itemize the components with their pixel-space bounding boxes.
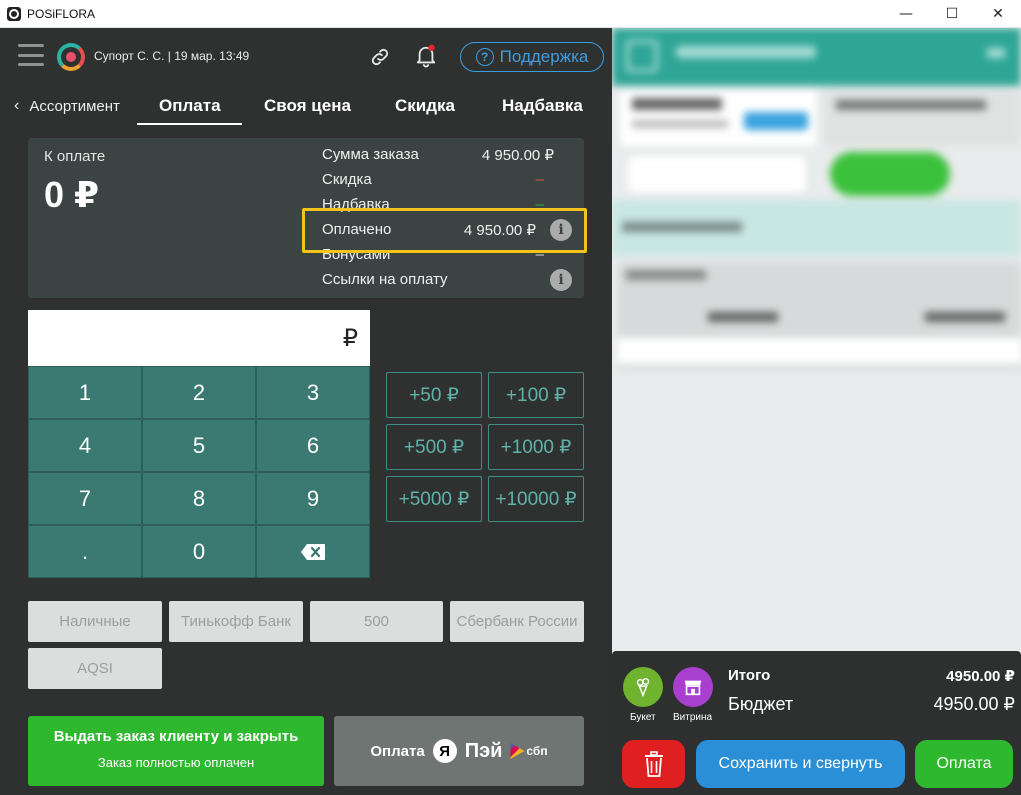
brand-logo-icon bbox=[57, 43, 85, 71]
close-window-button[interactable]: ✕ bbox=[975, 0, 1021, 28]
backspace-key[interactable] bbox=[256, 525, 370, 578]
issue-order-title: Выдать заказ клиенту и закрыть bbox=[53, 728, 299, 745]
issue-order-and-close-button[interactable]: Выдать заказ клиенту и закрыть Заказ пол… bbox=[28, 716, 324, 786]
to-pay-label: К оплате bbox=[44, 148, 106, 165]
key-9[interactable]: 9 bbox=[256, 472, 370, 525]
chevron-left-icon: ‹ bbox=[14, 97, 20, 114]
support-label: Поддержка bbox=[499, 47, 589, 66]
currency-symbol: ₽ bbox=[342, 325, 358, 352]
tab-custom-price[interactable]: Своя цена bbox=[264, 96, 351, 116]
yapay-brand: Пэй bbox=[464, 739, 503, 762]
tab-payment[interactable]: Оплата bbox=[159, 96, 221, 116]
payment-panel: Супорт С. С. | 19 мар. 13:49 ? Поддержка… bbox=[0, 28, 612, 795]
help-icon: ? bbox=[475, 48, 494, 66]
quick-add-5000-button[interactable]: +5000 ₽ bbox=[386, 476, 482, 522]
window-titlebar: POSiFLORA — ☐ ✕ bbox=[0, 0, 1021, 28]
save-and-minimize-button[interactable]: Сохранить и свернуть bbox=[696, 740, 905, 788]
key-3[interactable]: 3 bbox=[256, 366, 370, 419]
trash-icon bbox=[644, 751, 663, 777]
storefront-icon bbox=[684, 680, 702, 696]
key-8[interactable]: 8 bbox=[142, 472, 256, 525]
yandex-pay-button[interactable]: Оплата Я Пэй сбп bbox=[334, 716, 584, 786]
tab-markup[interactable]: Надбавка bbox=[502, 96, 583, 116]
app-logo-icon bbox=[7, 6, 21, 21]
window-title: POSiFLORA bbox=[27, 6, 96, 21]
key-5[interactable]: 5 bbox=[142, 419, 256, 472]
delete-order-button[interactable] bbox=[622, 740, 685, 788]
key-2[interactable]: 2 bbox=[142, 366, 256, 419]
order-panel: Букет Витрина Итого 4950.00 ₽ Бюджет 495… bbox=[612, 28, 1021, 795]
summary-row-discount: Скидка – bbox=[322, 171, 572, 193]
key-6[interactable]: 6 bbox=[256, 419, 370, 472]
quick-add-50-button[interactable]: +50 ₽ bbox=[386, 372, 482, 418]
order-totals-panel: Букет Витрина Итого 4950.00 ₽ Бюджет 495… bbox=[612, 651, 1021, 795]
order-sum-value: 4 950.00 ₽ bbox=[481, 147, 554, 164]
key-0[interactable]: 0 bbox=[142, 525, 256, 578]
quick-add-500-button[interactable]: +500 ₽ bbox=[386, 424, 482, 470]
key-4[interactable]: 4 bbox=[28, 419, 142, 472]
payment-links-info-icon[interactable]: i bbox=[550, 269, 572, 291]
user-info: Супорт С. С. | 19 мар. 13:49 bbox=[94, 49, 250, 63]
back-to-assortment-link[interactable]: ‹ Ассортимент bbox=[14, 97, 120, 115]
maximize-button[interactable]: ☐ bbox=[929, 0, 975, 28]
yapay-label: Оплата bbox=[370, 742, 425, 760]
backspace-icon bbox=[301, 543, 325, 560]
minimize-button[interactable]: — bbox=[883, 0, 929, 28]
quick-add-10000-button[interactable]: +10000 ₽ bbox=[488, 476, 584, 522]
summary-row-order-sum: Сумма заказа 4 950.00 ₽ bbox=[322, 146, 572, 168]
quick-add-100-button[interactable]: +100 ₽ bbox=[488, 372, 584, 418]
support-button[interactable]: ? Поддержка bbox=[460, 42, 604, 72]
budget-value: 4950.00 ₽ bbox=[933, 694, 1015, 714]
to-pay-value: 0 ₽ bbox=[44, 174, 100, 215]
showcase-label: Витрина bbox=[673, 712, 713, 723]
payment-method-cash[interactable]: Наличные bbox=[28, 601, 162, 642]
yandex-logo-icon: Я bbox=[432, 739, 457, 763]
key-decimal[interactable]: . bbox=[28, 525, 142, 578]
payment-method-sberbank[interactable]: Сбербанк России bbox=[450, 601, 584, 642]
bouquet-icon bbox=[636, 678, 650, 698]
blurred-order-content bbox=[612, 28, 1021, 648]
payment-tabs: ‹ Ассортимент Оплата Своя цена Скидка На… bbox=[0, 84, 612, 126]
payment-method-tinkoff[interactable]: Тинькофф Банк bbox=[169, 601, 303, 642]
sbp-label: сбп bbox=[526, 744, 548, 758]
total-label: Итого bbox=[728, 667, 771, 684]
budget-label: Бюджет bbox=[728, 694, 794, 714]
summary-row-payment-links: Ссылки на оплату i bbox=[322, 269, 572, 293]
numeric-keypad: 1 2 3 4 5 6 7 8 9 . 0 bbox=[28, 366, 370, 578]
order-sum-label: Сумма заказа bbox=[322, 146, 419, 163]
notifications-bell-icon[interactable] bbox=[415, 44, 437, 68]
bouquet-label: Букет bbox=[630, 712, 656, 723]
payment-method-500[interactable]: 500 bbox=[310, 601, 443, 642]
paid-highlight-frame bbox=[302, 208, 587, 253]
tab-discount[interactable]: Скидка bbox=[395, 96, 455, 116]
payment-links-label: Ссылки на оплату bbox=[322, 271, 448, 288]
top-bar: Супорт С. С. | 19 мар. 13:49 ? Поддержка bbox=[0, 28, 612, 84]
quick-add-1000-button[interactable]: +1000 ₽ bbox=[488, 424, 584, 470]
discount-value: – bbox=[535, 171, 544, 188]
issue-order-subtitle: Заказ полностью оплачен bbox=[97, 755, 255, 770]
key-1[interactable]: 1 bbox=[28, 366, 142, 419]
active-tab-indicator bbox=[137, 123, 242, 125]
bouquet-category-button[interactable] bbox=[623, 667, 663, 707]
amount-input[interactable]: ₽ bbox=[28, 310, 370, 366]
sbp-badge: сбп bbox=[510, 743, 548, 759]
key-7[interactable]: 7 bbox=[28, 472, 142, 525]
discount-label: Скидка bbox=[322, 171, 372, 188]
pay-button[interactable]: Оплата bbox=[915, 740, 1013, 788]
total-value: 4950.00 ₽ bbox=[946, 668, 1015, 685]
menu-icon[interactable] bbox=[18, 44, 44, 66]
payment-method-aqsi[interactable]: AQSI bbox=[28, 648, 162, 689]
link-icon[interactable] bbox=[369, 46, 391, 68]
sbp-logo-icon bbox=[510, 743, 525, 759]
showcase-category-button[interactable] bbox=[673, 667, 713, 707]
back-label: Ассортимент bbox=[29, 97, 120, 115]
